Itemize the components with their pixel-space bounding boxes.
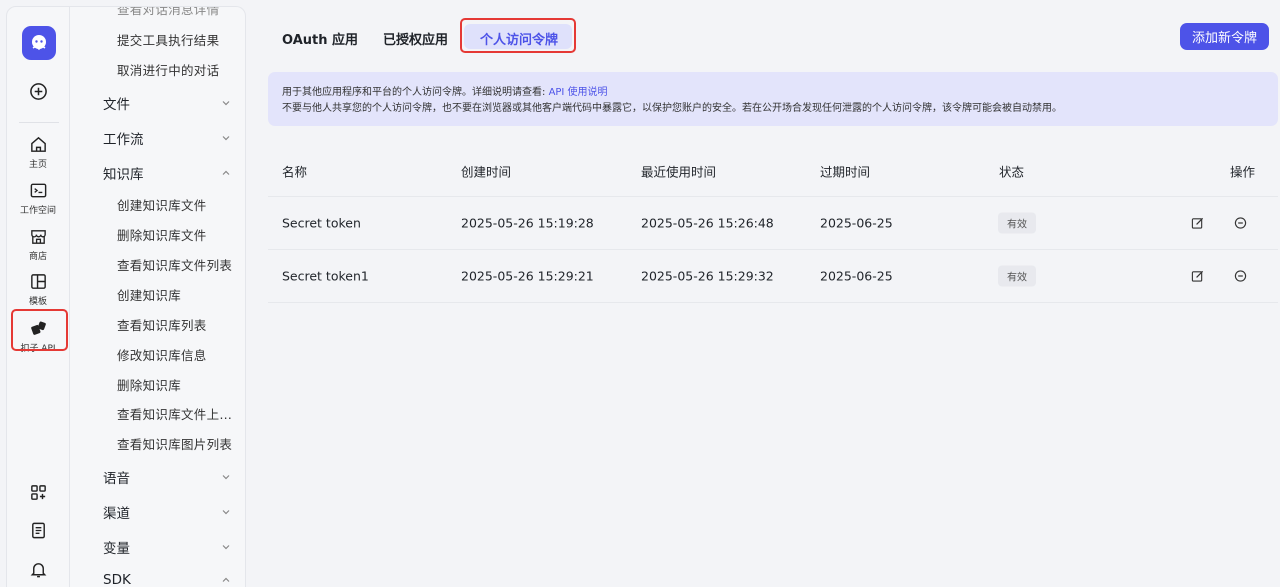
- sidebar-item-cancel-chat[interactable]: 取消进行中的对话: [117, 60, 219, 79]
- tab-authorized-apps[interactable]: 已授权应用: [383, 29, 448, 48]
- rail-divider: [19, 122, 59, 123]
- table-row: Secret token1 2025-05-26 15:29:21 2025-0…: [268, 250, 1278, 303]
- sidebar-group-sdk[interactable]: SDK: [103, 572, 231, 587]
- disable-icon[interactable]: [1234, 270, 1247, 283]
- sidebar-group-label: 渠道: [103, 506, 130, 522]
- header-status: 状态: [999, 164, 1025, 179]
- table-header-row: 名称 创建时间 最近使用时间 过期时间 状态 操作: [268, 145, 1278, 197]
- bell-icon: [30, 563, 46, 578]
- sidebar-item-update-kb[interactable]: 修改知识库信息: [117, 345, 207, 364]
- rail-label-api: 扣子 API: [20, 344, 56, 354]
- notice-line-1: 用于其他应用程序和平台的个人访问令牌。详细说明请查看: API 使用说明: [282, 85, 1264, 101]
- chevron-down-icon: [222, 136, 230, 141]
- rail-apps-button[interactable]: [7, 483, 69, 502]
- header-expires: 过期时间: [820, 164, 871, 179]
- status-badge: 有效: [998, 212, 1036, 234]
- store-icon: [30, 230, 46, 244]
- sidebar-group-label: 文件: [103, 97, 130, 113]
- sidebar-group-workflow[interactable]: 工作流: [103, 128, 231, 148]
- coze-logo[interactable]: [22, 26, 56, 60]
- status-badge: 有效: [998, 265, 1036, 287]
- rail-notifications-button[interactable]: [7, 560, 69, 579]
- sidebar-group-file[interactable]: 文件: [103, 93, 231, 113]
- apps-icon: [30, 485, 46, 500]
- sidebar-item-create-kb[interactable]: 创建知识库: [117, 285, 181, 304]
- sidebar-item-delete-kb[interactable]: 删除知识库: [117, 375, 181, 394]
- chevron-down-icon: [222, 475, 230, 480]
- sidebar-item-create-kb-file[interactable]: 创建知识库文件: [117, 195, 207, 214]
- token-created: 2025-05-26 15:29:21: [461, 268, 594, 284]
- rail-item-template[interactable]: 模板: [7, 272, 69, 307]
- header-name: 名称: [282, 164, 308, 179]
- coze-logo-icon: [32, 35, 46, 51]
- table-row: Secret token 2025-05-26 15:19:28 2025-05…: [268, 197, 1278, 250]
- token-name: Secret token1: [282, 268, 369, 284]
- rail-item-store[interactable]: 商店: [7, 227, 69, 262]
- sidebar-item-delete-kb-file[interactable]: 删除知识库文件: [117, 225, 207, 244]
- edit-icon[interactable]: [1191, 270, 1204, 283]
- rail-item-home[interactable]: 主页: [7, 135, 69, 170]
- disable-icon[interactable]: [1234, 217, 1247, 230]
- api-usage-link[interactable]: API 使用说明: [549, 87, 608, 98]
- token-name: Secret token: [282, 215, 361, 231]
- tab-personal-access-tokens[interactable]: 个人访问令牌: [480, 29, 558, 48]
- token-created: 2025-05-26 15:19:28: [461, 215, 594, 231]
- sidebar-group-voice[interactable]: 语音: [103, 467, 231, 487]
- header-last-used: 最近使用时间: [641, 164, 717, 179]
- plus-circle-icon: [29, 83, 47, 100]
- token-last-used: 2025-05-26 15:29:32: [641, 268, 774, 284]
- token-table: 名称 创建时间 最近使用时间 过期时间 状态 操作 Secret token 2…: [268, 145, 1278, 303]
- header-created: 创建时间: [461, 164, 512, 179]
- rail-label-home: 主页: [28, 160, 47, 170]
- nav-rail: 主页 工作空间 商店 模板 扣子 API: [6, 6, 70, 587]
- api-doc-sidebar: 查看对话消息详情 提交工具执行结果 取消进行中的对话 文件 工作流 知识库 创建…: [70, 6, 246, 587]
- notice-line-2: 不要与他人共享您的个人访问令牌，也不要在浏览器或其他客户端代码中暴露它，以保护您…: [282, 103, 1062, 114]
- sidebar-item-list-kb[interactable]: 查看知识库列表: [117, 315, 207, 334]
- chevron-down-icon: [222, 510, 230, 515]
- create-button[interactable]: [7, 82, 69, 101]
- edit-icon[interactable]: [1191, 217, 1204, 230]
- rail-docs-button[interactable]: [7, 521, 69, 540]
- tab-oauth-apps[interactable]: OAuth 应用: [282, 29, 358, 48]
- chevron-down-icon: [222, 545, 230, 550]
- token-last-used: 2025-05-26 15:26:48: [641, 215, 774, 231]
- sidebar-group-label: 变量: [103, 541, 130, 557]
- sidebar-group-label: 语音: [103, 471, 130, 487]
- rail-label-template: 模板: [28, 297, 47, 307]
- rail-item-workspace[interactable]: 工作空间: [7, 181, 69, 216]
- sidebar-item-submit-tool-result[interactable]: 提交工具执行结果: [117, 30, 219, 49]
- sidebar-group-label: 工作流: [103, 132, 144, 148]
- chevron-down-icon: [222, 101, 230, 106]
- sidebar-group-knowledge[interactable]: 知识库: [103, 163, 231, 183]
- main-panel: OAuth 应用 已授权应用 个人访问令牌 添加新令牌 用于其他应用程序和平台的…: [246, 0, 1280, 587]
- sidebar-item-list-kb-files[interactable]: 查看知识库文件列表: [117, 255, 232, 274]
- template-icon: [30, 274, 46, 289]
- document-icon: [31, 522, 45, 539]
- sidebar-item-kb-file-upload[interactable]: 查看知识库文件上…: [117, 404, 232, 423]
- sidebar-item-list-kb-images[interactable]: 查看知识库图片列表: [117, 434, 232, 453]
- header-actions: 操作: [1230, 164, 1256, 179]
- home-icon: [30, 136, 46, 152]
- sidebar-group-variable[interactable]: 变量: [103, 537, 231, 557]
- add-token-button[interactable]: 添加新令牌: [1180, 23, 1269, 50]
- token-expires: 2025-06-25: [820, 215, 893, 231]
- rail-label-store: 商店: [28, 252, 47, 262]
- sidebar-item-truncated[interactable]: 查看对话消息详情: [117, 7, 219, 18]
- info-notice: 用于其他应用程序和平台的个人访问令牌。详细说明请查看: API 使用说明 不要与…: [268, 72, 1278, 126]
- token-expires: 2025-06-25: [820, 268, 893, 284]
- rail-label-workspace: 工作空间: [19, 206, 56, 216]
- sidebar-group-label: 知识库: [103, 167, 144, 183]
- api-icon: [30, 321, 46, 335]
- chevron-up-icon: [222, 170, 230, 175]
- notice-text: 用于其他应用程序和平台的个人访问令牌。详细说明请查看:: [282, 87, 549, 98]
- sidebar-group-channel[interactable]: 渠道: [103, 502, 231, 522]
- chevron-up-icon: [222, 577, 230, 582]
- sidebar-group-label: SDK: [103, 572, 131, 587]
- terminal-icon: [30, 183, 46, 198]
- rail-item-api[interactable]: 扣子 API: [7, 319, 69, 354]
